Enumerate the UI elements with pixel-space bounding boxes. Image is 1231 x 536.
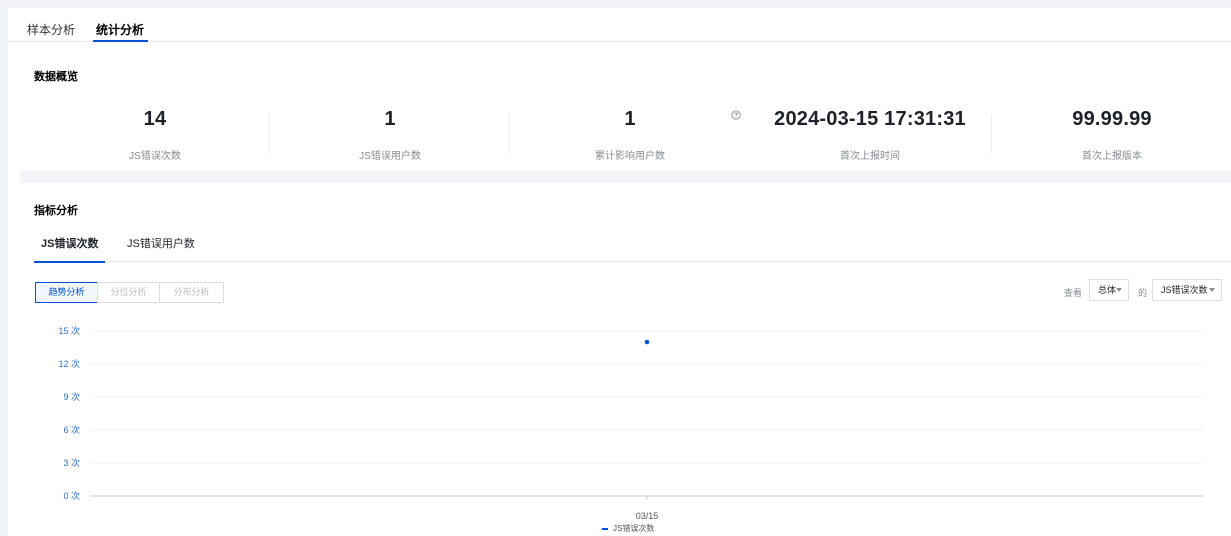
metric-dropdown[interactable]: JS错误次数 [1152, 279, 1222, 301]
stat-label: 首次上报版本 [1082, 151, 1142, 162]
stat-value: 2024-03-15 17:31:31 [774, 108, 966, 130]
stat-affected-users: 1 累计影响用户数 [510, 108, 750, 162]
tab-js-error-count[interactable]: JS错误次数 [33, 235, 106, 263]
view-of-label: 的 [1138, 288, 1148, 298]
stat-value: 1 [624, 108, 636, 130]
y-tick-label: 6 次 [63, 424, 80, 435]
stat-value: 1 [384, 108, 396, 130]
stat-first-report-version: 99.99.99 首次上报版本 [992, 108, 1231, 162]
distribution-analysis-button[interactable]: 分布分析 [159, 282, 224, 303]
stat-label: 首次上报时间 [840, 151, 900, 162]
stat-value: 14 [143, 108, 167, 130]
chevron-down-icon [1209, 288, 1215, 292]
tab-js-error-users[interactable]: JS错误用户数 [127, 235, 195, 262]
y-tick-label: 15 次 [58, 325, 80, 336]
stat-value: 99.99.99 [1072, 108, 1152, 130]
top-tabs: 样本分析 统计分析 [8, 8, 1231, 42]
tab-statistics-analysis[interactable]: 统计分析 [92, 21, 149, 42]
view-prefix-label: 查看 [1064, 288, 1083, 298]
chevron-down-icon [1116, 288, 1122, 292]
stat-first-report-time: 2024-03-15 17:31:31 首次上报时间 [750, 108, 990, 162]
legend-swatch [602, 527, 608, 530]
scope-dropdown-value: 总体 [1098, 285, 1117, 295]
section-separator [20, 171, 1231, 183]
data-point [644, 339, 650, 345]
legend-label: JS错误次数 [613, 524, 655, 533]
overview-title: 数据概览 [34, 71, 78, 83]
metrics-title: 指标分析 [34, 205, 78, 217]
metric-tabs: JS错误次数 JS错误用户数 [33, 223, 1231, 263]
chart-legend[interactable]: JS错误次数 [602, 523, 654, 534]
trend-chart: 0 次 3 次 6 次 9 次 12 次 15 次 03/15 [58, 325, 1204, 521]
help-icon[interactable] [731, 110, 741, 120]
y-tick-label: 12 次 [58, 358, 80, 369]
trend-analysis-button[interactable]: 趋势分析 [35, 282, 98, 303]
stat-label: 累计影响用户数 [595, 151, 665, 162]
tab-sample-analysis[interactable]: 样本分析 [27, 21, 75, 42]
stat-js-error-users: 1 JS错误用户数 [270, 108, 510, 162]
y-tick-label: 0 次 [63, 490, 80, 501]
x-tick-label: 03/15 [636, 511, 659, 521]
statistics-panel: 样本分析 统计分析 数据概览 14 JS错误次数 1 JS错误用户数 1 累计影… [8, 8, 1231, 536]
y-tick-label: 9 次 [63, 391, 80, 402]
metric-dropdown-value: JS错误次数 [1161, 285, 1208, 295]
stat-js-error-count: 14 JS错误次数 [35, 108, 275, 162]
stat-label: JS错误次数 [129, 151, 181, 162]
percentile-analysis-button[interactable]: 分位分析 [97, 282, 160, 303]
scope-dropdown[interactable]: 总体 [1089, 279, 1129, 301]
stat-label: JS错误用户数 [359, 151, 421, 162]
y-tick-label: 3 次 [63, 457, 80, 468]
